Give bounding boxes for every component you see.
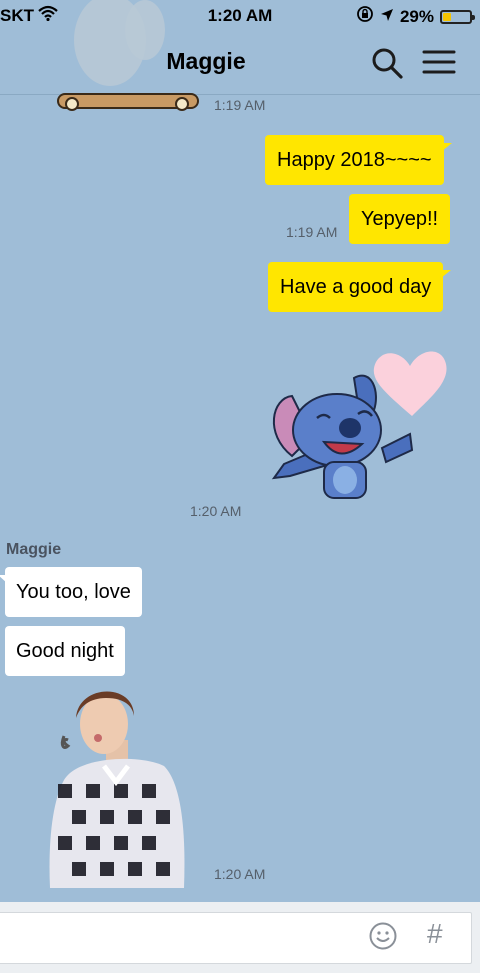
skateboard-sticker [50, 0, 200, 116]
outgoing-message[interactable]: Happy 2018~~~~ [265, 135, 452, 185]
message-time: 1:19 AM [214, 97, 266, 113]
message-time: 1:20 AM [190, 503, 242, 519]
incoming-message[interactable]: You too, love [0, 567, 142, 617]
outgoing-message[interactable]: Yepyep!! [349, 194, 451, 244]
stitch-heart-sticker[interactable] [262, 338, 452, 502]
search-icon[interactable] [370, 46, 404, 85]
photo-sticker[interactable] [48, 684, 186, 888]
menu-icon[interactable] [422, 48, 456, 81]
location-arrow-icon [380, 7, 394, 27]
rotation-lock-icon [356, 5, 374, 28]
message-time: 1:20 AM [214, 866, 266, 882]
sender-name: Maggie [6, 541, 62, 558]
emoji-icon[interactable] [368, 921, 398, 956]
input-bar [0, 902, 480, 973]
message-input[interactable] [0, 912, 472, 964]
message-time: 1:19 AM [286, 224, 338, 240]
incoming-message[interactable]: Good night [5, 626, 125, 676]
battery-percent: 29% [399, 6, 434, 26]
battery-icon [440, 9, 475, 24]
hashtag-button[interactable]: # [427, 918, 443, 950]
outgoing-message[interactable]: Have a good day [268, 262, 452, 312]
